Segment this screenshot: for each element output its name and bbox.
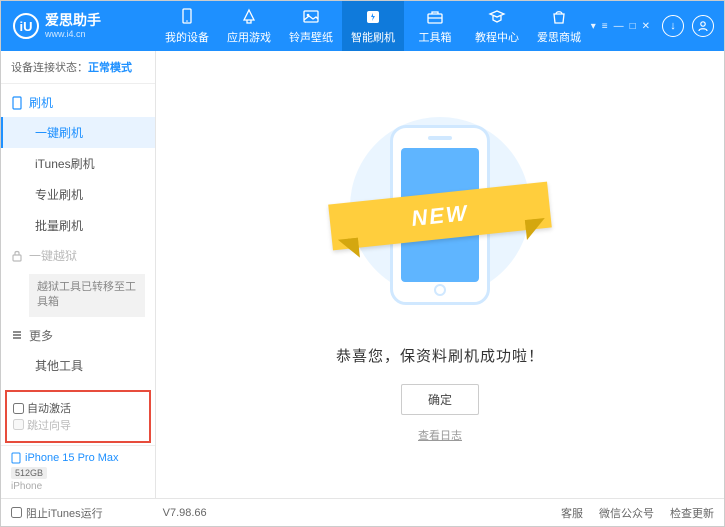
close-icon[interactable]: ✕ — [642, 21, 650, 32]
tab-ringtones[interactable]: 铃声壁纸 — [280, 1, 342, 51]
user-button[interactable] — [692, 15, 714, 37]
device-type: iPhone — [11, 481, 145, 492]
device-icon — [178, 8, 196, 26]
footer: 阻止iTunes运行 V7.98.66 客服 微信公众号 检查更新 — [1, 498, 724, 526]
success-illustration: NEW — [340, 107, 540, 327]
window-controls: ▾ ≡ — □ ✕ — [591, 21, 650, 32]
activation-options: 自动激活 跳过向导 — [5, 390, 151, 443]
footer-link-update[interactable]: 检查更新 — [670, 505, 714, 521]
main-content: NEW 恭喜您，保资料刷机成功啦！ 确定 查看日志 — [156, 51, 724, 498]
logo-area: iU 爱思助手 www.i4.cn — [1, 13, 156, 39]
checkbox-auto-activate[interactable]: 自动激活 — [13, 400, 71, 416]
view-log-link[interactable]: 查看日志 — [418, 427, 462, 443]
group-jailbreak: 一键越狱 — [1, 241, 155, 270]
sidebar-item-batch[interactable]: 批量刷机 — [1, 210, 155, 241]
success-message: 恭喜您，保资料刷机成功啦！ — [336, 345, 544, 366]
sidebar: 设备连接状态：正常模式 刷机 一键刷机 iTunes刷机 专业刷机 批量刷机 一… — [1, 51, 156, 498]
toolbox-icon — [426, 8, 444, 26]
maximize-icon[interactable]: □ — [630, 21, 636, 32]
tab-tutorial[interactable]: 教程中心 — [466, 1, 528, 51]
sidebar-item-firmware[interactable]: 下载固件 — [1, 381, 155, 388]
image-icon — [302, 8, 320, 26]
checkbox-block-itunes[interactable]: 阻止iTunes运行 — [11, 505, 103, 521]
flash-icon — [364, 8, 382, 26]
app-subtitle: www.i4.cn — [45, 29, 101, 39]
menu-icon[interactable]: ▾ — [591, 21, 596, 32]
confirm-button[interactable]: 确定 — [401, 384, 479, 415]
jailbreak-note: 越狱工具已转移至工具箱 — [29, 274, 145, 317]
footer-link-support[interactable]: 客服 — [561, 505, 583, 521]
app-title: 爱思助手 — [45, 13, 101, 28]
connection-status: 设备连接状态：正常模式 — [1, 51, 155, 84]
sidebar-item-other[interactable]: 其他工具 — [1, 350, 155, 381]
phone-icon — [11, 96, 23, 110]
settings-icon[interactable]: ≡ — [602, 21, 608, 32]
list-icon — [11, 329, 23, 341]
header-right: ▾ ≡ — □ ✕ ↓ — [591, 15, 724, 37]
lock-icon — [11, 250, 23, 262]
group-more[interactable]: 更多 — [1, 321, 155, 350]
group-flash[interactable]: 刷机 — [1, 88, 155, 117]
sidebar-item-oneclick[interactable]: 一键刷机 — [1, 117, 155, 148]
tab-toolbox[interactable]: 工具箱 — [404, 1, 466, 51]
logo-icon: iU — [13, 13, 39, 39]
device-info: iPhone 15 Pro Max 512GB iPhone — [1, 445, 155, 498]
sidebar-item-itunes[interactable]: iTunes刷机 — [1, 148, 155, 179]
tab-my-device[interactable]: 我的设备 — [156, 1, 218, 51]
download-button[interactable]: ↓ — [662, 15, 684, 37]
version-label: V7.98.66 — [163, 507, 207, 519]
minimize-icon[interactable]: — — [614, 21, 624, 32]
device-name: iPhone 15 Pro Max — [25, 452, 119, 464]
tab-apps[interactable]: 应用游戏 — [218, 1, 280, 51]
device-capacity: 512GB — [11, 467, 47, 479]
checkbox-skip-guide[interactable]: 跳过向导 — [13, 417, 71, 433]
shop-icon — [550, 8, 568, 26]
device-small-icon — [11, 452, 21, 464]
footer-link-wechat[interactable]: 微信公众号 — [599, 505, 654, 521]
apps-icon — [240, 8, 258, 26]
tab-shop[interactable]: 爱思商城 — [528, 1, 590, 51]
header: iU 爱思助手 www.i4.cn 我的设备 应用游戏 铃声壁纸 智能刷机 工具… — [1, 1, 724, 51]
sidebar-item-pro[interactable]: 专业刷机 — [1, 179, 155, 210]
top-tabs: 我的设备 应用游戏 铃声壁纸 智能刷机 工具箱 教程中心 爱思商城 — [156, 1, 590, 51]
tab-flash[interactable]: 智能刷机 — [342, 1, 404, 51]
graduation-icon — [488, 8, 506, 26]
